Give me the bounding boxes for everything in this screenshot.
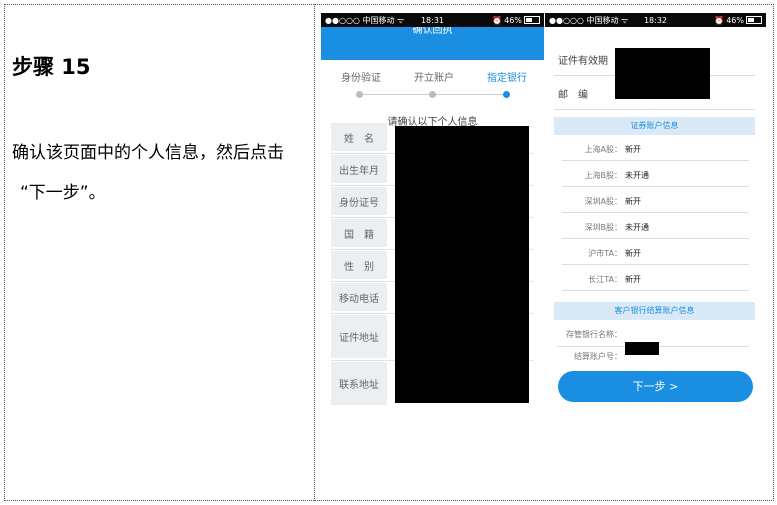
battery-icon [524,16,540,24]
step-label-identity: 身份验证 [341,73,381,84]
field-label-birth: 出生年月 [331,155,387,183]
status-bar: ●●○○○ 中国移动 ᯤ 18:31 ⏰ 46% [321,13,544,27]
redacted-personal-info [395,126,529,403]
field-label-postcode: 邮 编 [558,90,588,101]
alarm-icon: ⏰ [492,15,503,25]
column-divider [314,4,315,501]
status-bar: ●●○○○ 中国移动 ᯤ 18:32 ⏰ 46% [545,13,766,27]
list-item: 上海B股： 未开通 [562,161,749,187]
bank-account-row: 结算账户号： [557,346,749,366]
alarm-icon: ⏰ [714,15,725,25]
battery-percent: 46% [504,15,522,25]
step-label-open-account: 开立账户 [414,73,454,84]
bank-account-label: 结算账户号： [574,352,622,361]
field-label-id-address: 证件地址 [331,315,387,358]
step-description: 确认该页面中的个人信息，然后点击 “下一步”。 [12,133,312,213]
redacted-validity-postcode [615,48,710,99]
page-header: 确认回执 [321,27,544,60]
step-indicator: 身份验证 开立账户 指定银行 [321,69,544,99]
page-title: 确认回执 [412,27,453,36]
next-step-button[interactable]: 下一步 > [558,371,753,402]
field-label-gender: 性 别 [331,251,387,279]
step-title: 步骤 15 [12,55,91,79]
battery-percent: 46% [726,15,744,25]
list-item: 深圳A股： 新开 [562,187,749,213]
field-label-mobile: 移动电话 [331,283,387,311]
section-bank-account: 客户银行结算账户信息 [554,302,755,320]
field-label-name: 姓 名 [331,123,387,151]
field-label-nationality: 国 籍 [331,219,387,247]
list-item: 深圳B股： 未开通 [562,213,749,239]
field-label-contact-address: 联系地址 [331,362,387,405]
phone-screenshot-confirm: ●●○○○ 中国移动 ᯤ 18:31 ⏰ 46% 确认回执 身份验证 开立账户 … [321,13,544,407]
field-label-id-number: 身份证号 [331,187,387,215]
step-description-line-1: 确认该页面中的个人信息，然后点击 [12,143,284,163]
section-securities-accounts: 证券账户信息 [554,117,755,135]
step-dot [429,91,436,98]
step-description-line-2: “下一步”。 [20,183,106,203]
list-item: 上海A股： 新开 [562,135,749,161]
step-label-bank: 指定银行 [487,73,527,84]
list-item: 沪市TA： 新开 [562,239,749,265]
battery-icon [746,16,762,24]
field-label-id-validity: 证件有效期 [558,56,608,67]
step-dot [356,91,363,98]
phone-screenshot-accounts: ●●○○○ 中国移动 ᯤ 18:32 ⏰ 46% 证件有效期 邮 编 证券账户信… [545,13,766,407]
bank-name-label: 存管银行名称： [566,330,622,339]
list-item: 长江TA： 新开 [562,265,749,291]
step-dot-active [503,91,510,98]
